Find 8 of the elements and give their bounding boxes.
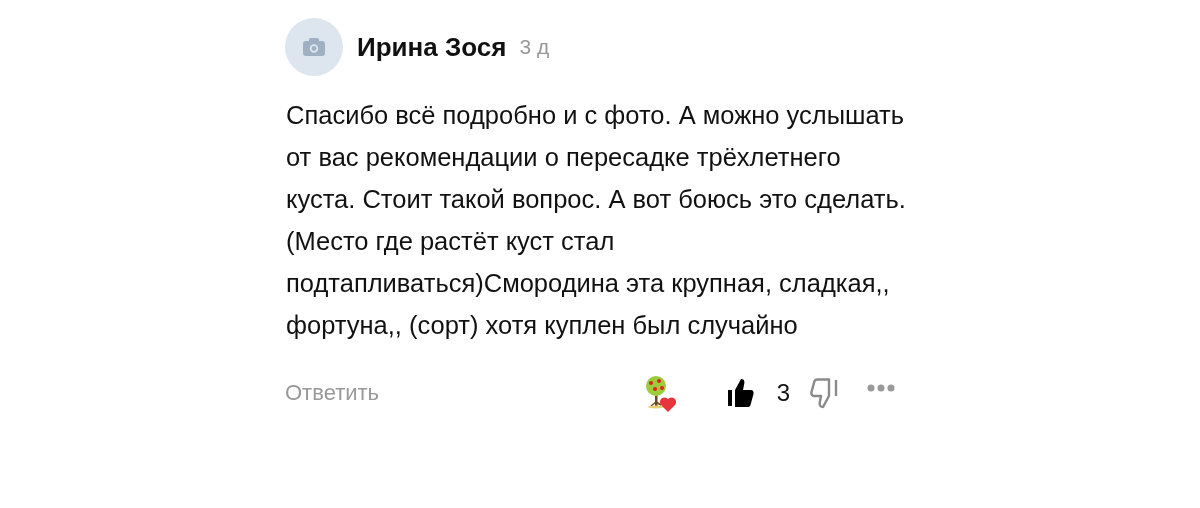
like-count: 3 bbox=[776, 378, 790, 407]
comment-time: 3 д bbox=[519, 35, 550, 59]
thumbs-down-icon[interactable] bbox=[810, 376, 839, 409]
camera-icon bbox=[302, 37, 326, 57]
thumbs-up-icon[interactable] bbox=[725, 376, 755, 409]
more-icon[interactable] bbox=[867, 383, 895, 392]
comment-text: Спасибо всё подробно и с фото. А можно услышать от вас рекомендации о пересадке трёхлетнего куста. Стоит такой вопрос. А вот боюсь это сделать. (Место где растёт куст стал подтапливаться)Смородина эта крупная, сладкая,, фортуна,, (сорт) хотя куплен был случайно bbox=[286, 100, 906, 341]
author-name[interactable]: Ирина Зося bbox=[357, 31, 507, 63]
